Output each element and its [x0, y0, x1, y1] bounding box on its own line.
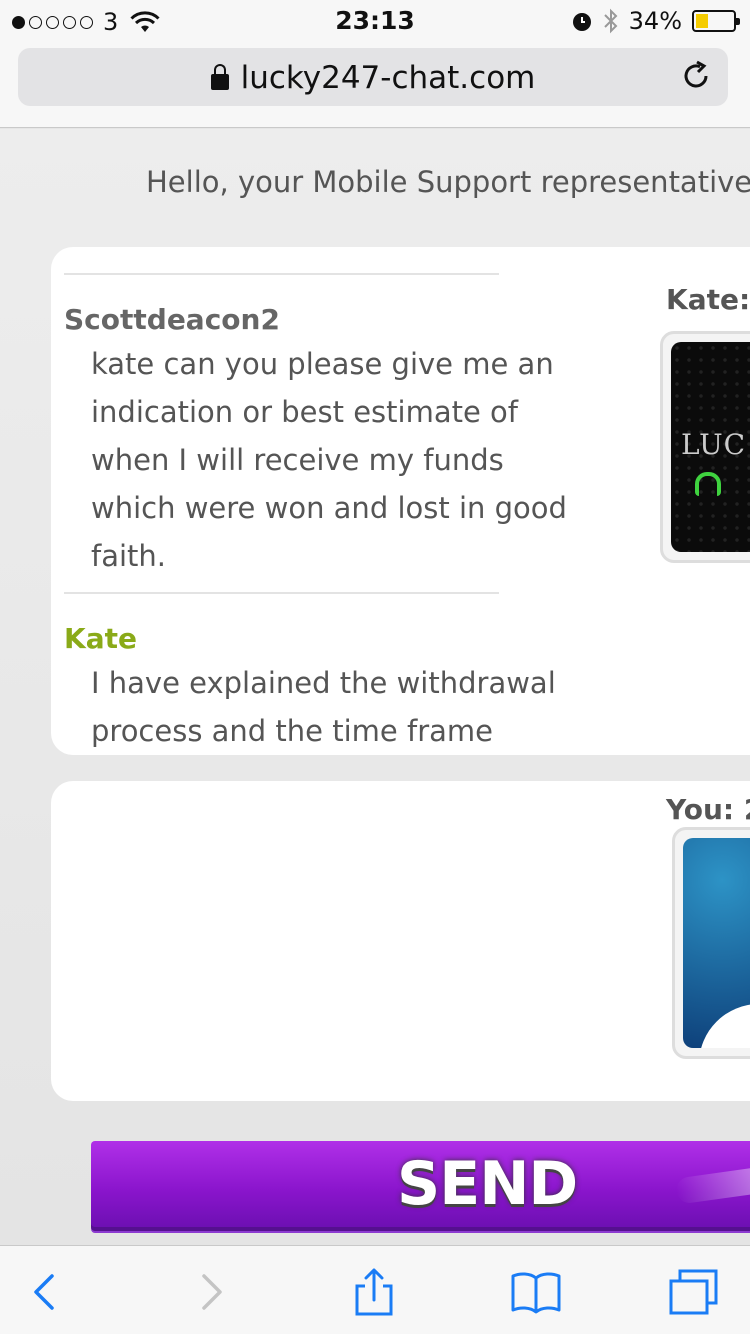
reply-input[interactable]: You: 2	[51, 781, 750, 1101]
send-button[interactable]: SEND	[91, 1141, 750, 1231]
message-author: Kate	[64, 622, 137, 655]
battery-icon	[692, 10, 740, 32]
agent-label: Kate:2	[666, 283, 750, 316]
user-avatar	[672, 827, 750, 1059]
message-divider	[64, 592, 499, 594]
message-text: I have explained the withdrawal process …	[91, 666, 556, 748]
greeting-text: Hello, your Mobile Support representativ…	[146, 165, 750, 199]
url-field[interactable]: lucky247-chat.com	[18, 48, 728, 106]
message-item: Kate I have explained the withdrawal pro…	[64, 622, 564, 755]
headset-icon	[695, 472, 721, 496]
reload-icon[interactable]	[678, 58, 714, 94]
message-text: kate can you please give me an indicatio…	[91, 347, 567, 573]
agent-avatar: LUC	[660, 331, 750, 563]
message-divider	[64, 273, 499, 275]
message-item: Scottdeacon2 kate can you please give me…	[64, 303, 567, 580]
url-text: lucky247-chat.com	[240, 60, 536, 96]
web-content: Hello, your Mobile Support representativ…	[0, 129, 750, 1245]
forward-icon[interactable]	[186, 1268, 238, 1316]
battery-percent: 34%	[628, 7, 682, 35]
status-bar: 3 23:13 34%	[0, 0, 750, 40]
back-icon[interactable]	[22, 1268, 74, 1316]
bluetooth-icon	[603, 8, 618, 34]
person-silhouette-icon	[699, 1004, 750, 1048]
lock-icon	[210, 64, 229, 90]
browser-toolbar	[0, 1245, 750, 1334]
chat-transcript[interactable]: Scottdeacon2 kate can you please give me…	[51, 247, 750, 755]
bookmarks-icon[interactable]	[510, 1268, 562, 1316]
alarm-icon	[572, 13, 591, 31]
you-label: You: 2	[666, 793, 750, 826]
tabs-icon[interactable]	[668, 1268, 720, 1316]
message-author: Scottdeacon2	[64, 303, 280, 336]
send-button-label: SEND	[397, 1149, 578, 1219]
message-list: Scottdeacon2 kate can you please give me…	[64, 273, 567, 755]
button-shine	[674, 1159, 750, 1205]
lucky-logo: LUC	[681, 428, 747, 461]
browser-address-bar: lucky247-chat.com	[0, 40, 750, 128]
status-right: 34%	[571, 7, 740, 35]
share-icon[interactable]	[348, 1268, 400, 1316]
